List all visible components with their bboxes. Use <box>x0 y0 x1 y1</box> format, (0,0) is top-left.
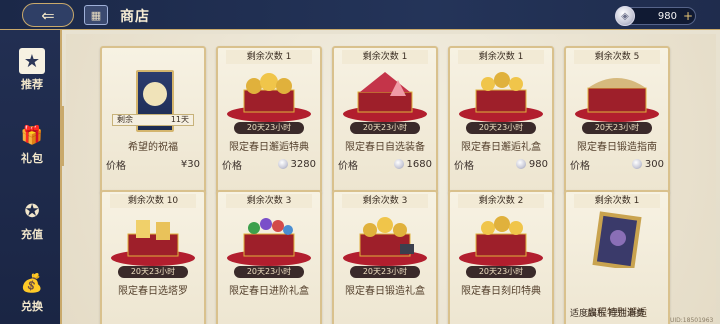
remaining-count-banner: 剩余次数 1 <box>226 50 312 64</box>
treasure-chest-art <box>575 78 659 122</box>
item-name: 限定春日邂逅特典 <box>229 142 309 153</box>
item-name: 限定春日锻造礼盒 <box>345 286 425 297</box>
remaining-count-banner: 剩余次数 2 <box>458 194 544 208</box>
item-name: 限定春日邂逅礼盒 <box>461 142 541 153</box>
sidebar-item-exchange[interactable]: 💰 兑换 <box>8 266 56 320</box>
price-row: 价格 1680 <box>338 158 432 172</box>
price-row: 价格 3280 <box>222 158 316 172</box>
sidebar-item-gift[interactable]: 🎁 礼包 <box>8 118 56 172</box>
remaining-count-banner: 剩余次数 1 <box>574 194 660 208</box>
shop-card[interactable]: 剩余次数 3 20天23小时 限定春日进阶礼盒 <box>216 190 322 324</box>
sidebar-item-label: 推荐 <box>21 78 43 91</box>
crystal-coin-icon <box>393 159 404 169</box>
item-name: 限定春日锻造指南 <box>577 142 657 153</box>
exchange-bag-icon: 💰 <box>20 272 44 294</box>
shop-card[interactable]: 剩余次数 2 20天23小时 限定春日刻印特典 <box>448 190 554 324</box>
treasure-chest-art <box>227 218 311 266</box>
shop-card[interactable]: 剩余次数 1 20天23小时 限定春日邂逅特典 价格 3280 <box>216 46 322 194</box>
add-currency-button[interactable]: + <box>681 9 695 23</box>
notice-text: 适度娱乐 理性消费 <box>570 309 645 319</box>
crystal-coin-icon <box>277 159 288 169</box>
shop-card[interactable]: 剩余次数 1 20天23小时 限定春日自选装备 价格 1680 <box>332 46 438 194</box>
treasure-chest-art <box>459 216 543 266</box>
treasure-chest-art <box>111 220 195 266</box>
item-name: 限定春日进阶礼盒 <box>229 286 309 297</box>
sidebar-item-recommend[interactable]: ★ 推荐 <box>8 44 56 98</box>
remaining-count-banner: 剩余次数 1 <box>458 50 544 64</box>
timer-tag: 20天23小时 <box>466 122 536 134</box>
gift-icon: 🎁 <box>20 124 44 146</box>
remaining-count-banner: 剩余次数 5 <box>574 50 660 64</box>
price-row: 价格 ¥30 <box>106 158 200 172</box>
shop-card[interactable]: 剩余次数 1 启程特别邂逅 <box>564 190 670 324</box>
crystal-coin-icon <box>631 159 642 169</box>
remaining-count-banner: 剩余次数 1 <box>342 50 428 64</box>
shop-card[interactable]: 剩余 11天 希望的祝福 价格 ¥30 <box>100 46 206 194</box>
shop-card[interactable]: 剩余次数 5 20天23小时 限定春日锻造指南 价格 300 <box>564 46 670 194</box>
remaining-count-banner: 剩余次数 10 <box>110 194 196 208</box>
sidebar-item-label: 礼包 <box>21 152 43 165</box>
timer-tag: 20天23小时 <box>350 266 420 278</box>
star-badge-icon: ✪ <box>24 200 40 222</box>
timer-tag: 20天23小时 <box>582 122 652 134</box>
item-name: 限定春日自选装备 <box>345 142 425 153</box>
sidebar-item-recharge[interactable]: ✪ 充值 <box>8 194 56 248</box>
item-name: 限定春日选塔罗 <box>118 286 188 297</box>
treasure-chest-art <box>343 72 427 122</box>
price-row: 价格 980 <box>454 158 548 172</box>
sidebar-item-label: 兑换 <box>21 300 43 313</box>
treasure-chest-art <box>343 217 427 266</box>
framed-portrait-art <box>592 211 642 268</box>
crystal-coin-icon <box>515 159 526 169</box>
remain-tag: 剩余 11天 <box>112 114 194 126</box>
currency-display: ◈ 980 + <box>615 6 696 26</box>
back-button[interactable]: ⇐ <box>22 3 74 27</box>
item-name: 希望的祝福 <box>128 142 178 153</box>
shop-card[interactable]: 剩余次数 10 20天23小时 限定春日选塔罗 <box>100 190 206 324</box>
shop-icon: ▦ <box>84 5 108 25</box>
shop-screen: ⇐ ▦ 商店 ◈ 980 + ★ 推荐 🎁 礼包 ✪ 充值 💰 兑换 剩余 11… <box>0 0 720 324</box>
treasure-chest-art <box>459 72 543 122</box>
star-icon: ★ <box>19 48 45 74</box>
active-marker <box>60 106 64 166</box>
sidebar-item-label: 充值 <box>21 228 43 241</box>
treasure-chest-art <box>227 73 311 122</box>
timer-tag: 20天23小时 <box>234 266 304 278</box>
currency-amount: 980 <box>657 10 677 22</box>
timer-tag: 20天23小时 <box>118 266 188 278</box>
top-bar: ⇐ ▦ 商店 ◈ 980 + <box>0 0 720 30</box>
shop-grid: 剩余 11天 希望的祝福 价格 ¥30 剩余次数 1 20天23小时 限定春日邂… <box>66 34 716 324</box>
timer-tag: 20天23小时 <box>350 122 420 134</box>
timer-tag: 20天23小时 <box>466 266 536 278</box>
price-row: 价格 300 <box>570 158 664 172</box>
remaining-count-banner: 剩余次数 3 <box>226 194 312 208</box>
timer-tag: 20天23小时 <box>234 122 304 134</box>
shop-card[interactable]: 剩余次数 3 20天23小时 限定春日锻造礼盒 <box>332 190 438 324</box>
crystal-coin-icon: ◈ <box>615 6 635 26</box>
sidebar: ★ 推荐 🎁 礼包 ✪ 充值 💰 兑换 <box>0 30 64 324</box>
page-title: 商店 <box>120 9 150 25</box>
back-arrow-icon: ⇐ <box>41 5 55 25</box>
uid-text: UID:18501963 <box>670 317 714 324</box>
remaining-count-banner: 剩余次数 3 <box>342 194 428 208</box>
shop-card[interactable]: 剩余次数 1 20天23小时 限定春日邂逅礼盒 价格 980 <box>448 46 554 194</box>
item-name: 限定春日刻印特典 <box>461 286 541 297</box>
